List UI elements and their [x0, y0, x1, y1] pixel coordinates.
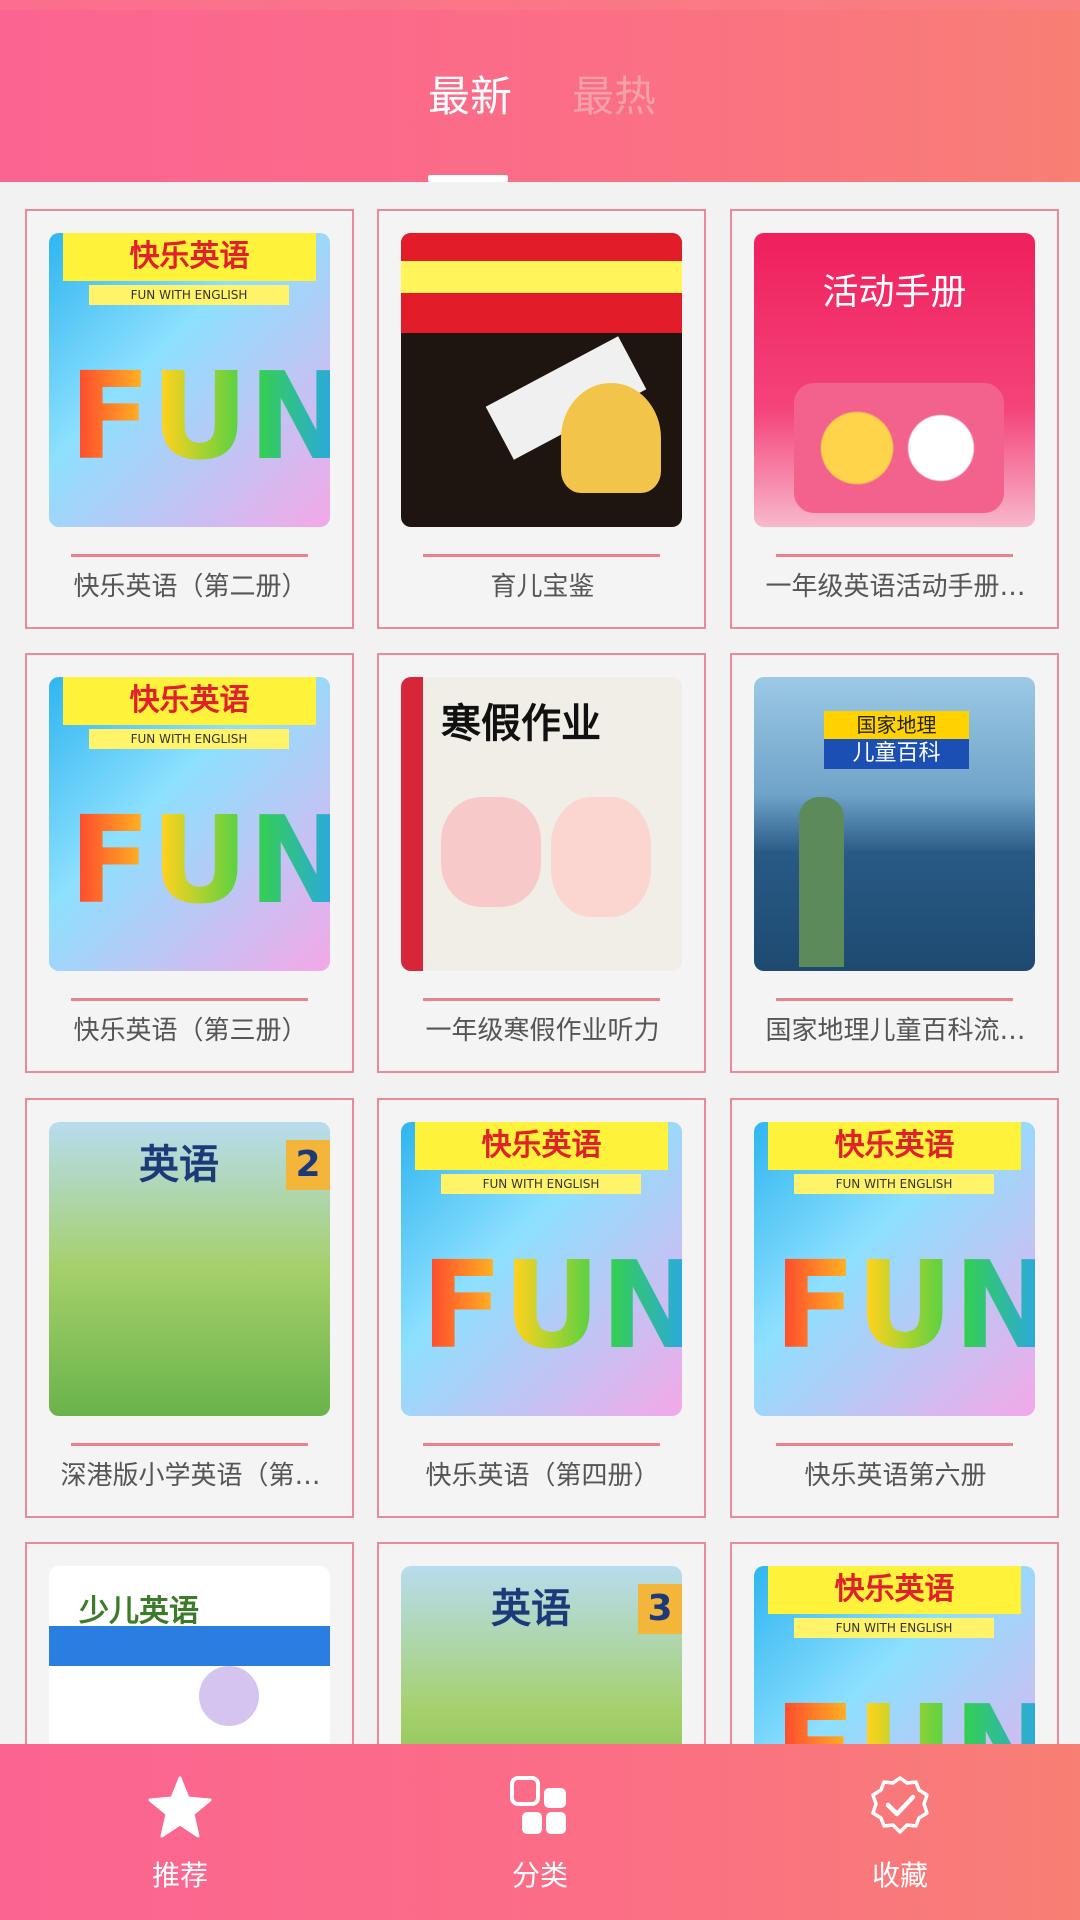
book-title: 快乐英语（第四册） — [425, 1461, 660, 1491]
book-title: 快乐英语第六册 — [804, 1461, 987, 1491]
book-card[interactable]: 英语 2 深港版小学英语（第… — [25, 1098, 354, 1518]
book-card[interactable]: 育儿宝鉴 — [377, 209, 706, 629]
divider — [423, 1443, 660, 1446]
status-bar — [0, 0, 1080, 10]
check-badge-icon — [871, 1776, 929, 1834]
top-tab-bar: 最新 最热 — [0, 10, 1080, 182]
divider — [71, 554, 308, 557]
divider — [776, 554, 1013, 557]
bottom-nav-bar: 推荐 分类 收藏 — [0, 1744, 1080, 1920]
nav-label: 推荐 — [151, 1859, 208, 1892]
tab-hottest[interactable]: 最热 — [572, 72, 656, 122]
book-title: 一年级英语活动手册… — [765, 572, 1026, 602]
grid-icon — [510, 1776, 566, 1834]
book-cover: 少儿英语 — [49, 1566, 330, 1744]
book-cover: 快乐英语FUN WITH ENGLISHFUN — [401, 1122, 682, 1416]
book-title: 育儿宝鉴 — [490, 572, 595, 602]
book-cover: 英语 3 — [401, 1566, 682, 1744]
book-cover: 快乐英语FUN WITH ENGLISHFUN — [49, 233, 330, 527]
book-title: 国家地理儿童百科流… — [765, 1016, 1026, 1046]
book-title: 深港版小学英语（第… — [60, 1461, 321, 1491]
book-card[interactable]: 快乐英语 FUN WITH ENGLISH FUN 快乐英语（第三册） — [25, 653, 354, 1073]
tab-newest[interactable]: 最新 — [428, 72, 512, 122]
book-cover: 寒假作业 — [401, 677, 682, 971]
divider — [776, 1443, 1013, 1446]
nav-label: 分类 — [511, 1859, 568, 1892]
book-cover — [401, 233, 682, 527]
book-card[interactable]: 快乐英语FUN WITH ENGLISHFUN — [730, 1542, 1059, 1744]
book-title: 快乐英语（第三册） — [73, 1016, 308, 1046]
active-tab-indicator — [428, 175, 508, 182]
book-card[interactable]: 活动手册 一年级英语活动手册… — [730, 209, 1059, 629]
book-card[interactable]: 国家地理 儿童百科 国家地理儿童百科流… — [730, 653, 1059, 1073]
book-cover: 活动手册 — [754, 233, 1035, 527]
book-cover: 快乐英语FUN WITH ENGLISHFUN — [49, 677, 330, 971]
star-icon — [148, 1776, 212, 1838]
divider — [776, 998, 1013, 1001]
book-title: 一年级寒假作业听力 — [425, 1016, 660, 1046]
book-grid: 快乐英语 FUN WITH ENGLISH FUN 快乐英语（第二册） 育儿宝鉴 活… — [0, 182, 1080, 1744]
book-card[interactable]: 英语 3 — [377, 1542, 706, 1744]
book-card[interactable]: 少儿英语 — [25, 1542, 354, 1744]
book-card[interactable]: 寒假作业 一年级寒假作业听力 — [377, 653, 706, 1073]
divider — [71, 1443, 308, 1446]
book-card[interactable]: 快乐英语 FUN WITH ENGLISH FUN 快乐英语（第二册） — [25, 209, 354, 629]
nav-label: 收藏 — [871, 1859, 928, 1892]
book-card[interactable]: 快乐英语 FUN WITH ENGLISH FUN 快乐英语第六册 — [730, 1098, 1059, 1518]
book-cover: 英语 2 — [49, 1122, 330, 1416]
nav-recommend[interactable]: 推荐 — [80, 1744, 280, 1920]
book-cover: 快乐英语FUN WITH ENGLISHFUN — [754, 1122, 1035, 1416]
divider — [71, 998, 308, 1001]
nav-favorites[interactable]: 收藏 — [800, 1744, 1000, 1920]
book-title: 快乐英语（第二册） — [73, 572, 308, 602]
nav-category[interactable]: 分类 — [440, 1744, 640, 1920]
book-card[interactable]: 快乐英语 FUN WITH ENGLISH FUN 快乐英语（第四册） — [377, 1098, 706, 1518]
book-cover: 国家地理 儿童百科 — [754, 677, 1035, 971]
divider — [423, 554, 660, 557]
divider — [423, 998, 660, 1001]
book-cover: 快乐英语FUN WITH ENGLISHFUN — [754, 1566, 1035, 1744]
